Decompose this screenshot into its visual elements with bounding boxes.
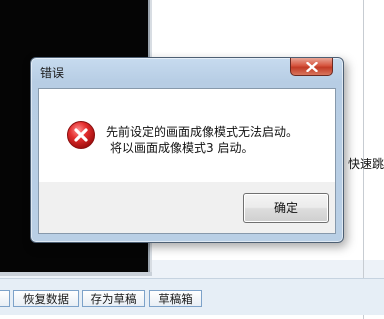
- restore-data-button[interactable]: 恢复数据: [13, 290, 79, 307]
- close-button[interactable]: [290, 58, 333, 76]
- message-area: 先前设定的画面成像模式无法启动。 将以画面成像模式3 启动。: [39, 89, 335, 182]
- quick-jump-label[interactable]: 快速跳: [348, 155, 384, 172]
- message-line-2: 将以画面成像模式3 启动。: [110, 141, 254, 155]
- message-line-1: 先前设定的画面成像模式无法启动。: [106, 125, 299, 139]
- toolbar-button-partial[interactable]: [0, 290, 10, 307]
- ok-button[interactable]: 确定: [243, 193, 329, 223]
- error-icon: [67, 121, 95, 149]
- drafts-button[interactable]: 草稿箱: [149, 290, 202, 307]
- error-dialog: 错误 先前设定的画面成像模式无法启动。 将以画面成像模式3 启动。 确定: [30, 57, 344, 243]
- save-draft-button[interactable]: 存为草稿: [82, 290, 145, 307]
- dialog-title: 错误: [40, 66, 65, 80]
- viewport-frame: [0, 272, 152, 276]
- dialog-client-area: 先前设定的画面成像模式无法启动。 将以画面成像模式3 启动。 确定: [38, 88, 336, 234]
- close-icon: [306, 62, 318, 72]
